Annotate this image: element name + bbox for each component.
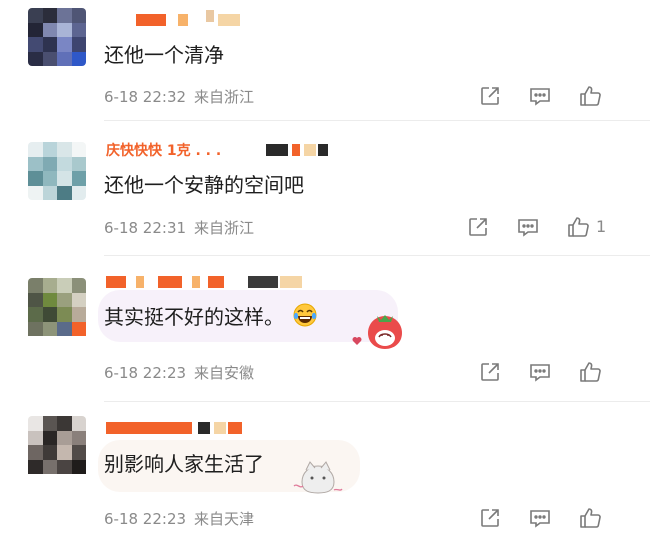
comment-meta: 6-18 22:23 来自安徽 [104,362,254,383]
comment-icon [530,364,550,382]
comment-location: 来自浙江 [194,88,255,106]
like-count: 1 [596,217,607,236]
username-redacted[interactable] [106,422,256,438]
comment-text: 其实挺不好的这样。 [104,305,284,329]
comment-item: 别影响人家生活了 6-18 22:23 来自天津 [0,402,650,548]
comment-actions [478,506,628,532]
share-icon [481,87,499,105]
comment-meta: 6-18 22:31 来自浙江 [104,217,254,238]
share-button[interactable] [478,360,502,386]
share-icon [469,218,487,236]
cat-sticker [293,461,343,494]
comment-text-row: 其实挺不好的这样。 [104,302,318,331]
comment-text: 别影响人家生活了 [104,452,264,476]
like-button[interactable]: 1 [566,215,606,241]
comment-meta: 6-18 22:32 来自浙江 [104,86,254,107]
comment-item: 庆快快快 1克 . . . 还他一个安静的空间吧 6-18 22:31 来自浙江 [0,120,650,256]
heart-icon [352,337,362,345]
tears-of-joy-emoji [293,303,317,327]
comment-text: 还他一个安静的空间吧 [104,173,304,197]
share-button[interactable] [466,215,490,241]
thumbs-up-icon [580,362,601,382]
comment-button[interactable] [528,506,552,532]
thumbs-up-icon [580,86,601,106]
username-redacted[interactable] [106,10,256,30]
comment-button[interactable] [528,84,552,110]
comment-time: 6-18 22:23 [104,510,187,528]
comment-location: 来自安徽 [194,364,255,382]
thumbs-up-icon [580,508,601,528]
like-button[interactable] [578,360,604,386]
comment-icon [530,88,550,106]
comment-actions [478,360,628,386]
share-button[interactable] [478,506,502,532]
comment-time: 6-18 22:32 [104,88,187,106]
strawberry-sticker [368,315,402,349]
comment-meta: 6-18 22:23 来自天津 [104,508,254,529]
share-icon [481,363,499,381]
avatar[interactable] [28,8,86,66]
comment-location: 来自浙江 [194,219,255,237]
username-text: 庆快快快 1克 . . . [106,143,222,159]
avatar[interactable] [28,416,86,482]
comment-item: 还他一个清净 6-18 22:32 来自浙江 [0,0,650,121]
comment-actions: 1 [469,215,628,241]
comment-button[interactable] [516,215,540,241]
comment-actions [478,84,628,110]
comment-item: 其实挺不好的这样。 6-18 22:23 来自安徽 [0,256,650,402]
share-button[interactable] [478,84,502,110]
comment-location: 来自天津 [194,510,255,528]
share-icon [481,509,499,527]
comment-button[interactable] [528,360,552,386]
comment-time: 6-18 22:23 [104,364,187,382]
avatar[interactable] [28,278,86,340]
username[interactable]: 庆快快快 1克 . . . [106,143,336,160]
like-button[interactable] [578,506,604,532]
avatar[interactable] [28,142,86,200]
like-button[interactable] [578,84,604,110]
comment-icon [530,510,550,528]
comment-text: 还他一个清净 [104,43,224,67]
comment-time: 6-18 22:31 [104,219,187,237]
comment-icon [518,219,538,237]
thumbs-up-icon [568,217,589,237]
